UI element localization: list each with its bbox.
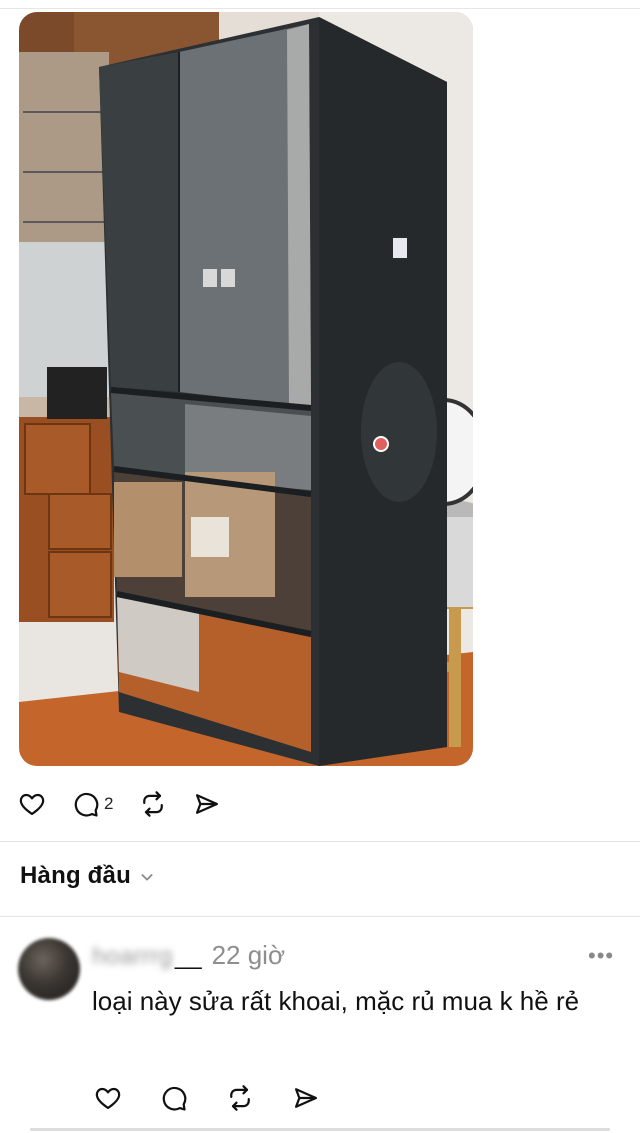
comment-action-bar: [94, 1084, 358, 1112]
comment-text: loại này sửa rất khoai, mặc rủ mua k hề …: [92, 986, 580, 1016]
comment-icon: [162, 1086, 187, 1111]
comment-repost-button[interactable]: [226, 1084, 254, 1112]
more-options-button[interactable]: •••: [588, 943, 614, 969]
repost-icon: [143, 791, 164, 817]
heart-icon: [19, 793, 45, 816]
post-action-bar: 2: [18, 788, 247, 820]
top-divider: [0, 8, 640, 9]
section-divider: [0, 916, 640, 917]
comment-button[interactable]: 2: [72, 790, 113, 818]
post-photo[interactable]: [19, 12, 473, 766]
like-button[interactable]: [18, 790, 46, 818]
sort-label: Hàng đầu: [20, 862, 131, 889]
section-divider: [0, 841, 640, 842]
repost-button[interactable]: [139, 790, 167, 818]
comment-reply-button[interactable]: [160, 1084, 188, 1112]
heart-icon: [95, 1087, 121, 1110]
comment-count: 2: [104, 794, 114, 813]
comment-share-button[interactable]: [292, 1084, 320, 1112]
chevron-down-icon: [141, 874, 153, 881]
comment-timestamp: 22 giờ: [211, 940, 286, 970]
sort-dropdown[interactable]: Hàng đầu: [20, 862, 155, 890]
comment-icon: [74, 792, 99, 817]
comment-like-button[interactable]: [94, 1084, 122, 1112]
share-button[interactable]: [193, 790, 221, 818]
comment-username[interactable]: hoarrrg: [92, 943, 173, 971]
comment-meta: hoarrrg __ 22 giờ: [92, 940, 285, 971]
bottom-scroll-edge: [30, 1128, 610, 1131]
comment-username-suffix: __: [174, 943, 202, 970]
repost-icon: [230, 1085, 250, 1111]
send-icon: [196, 794, 219, 814]
avatar[interactable]: [18, 938, 80, 1000]
send-icon: [294, 1088, 318, 1108]
